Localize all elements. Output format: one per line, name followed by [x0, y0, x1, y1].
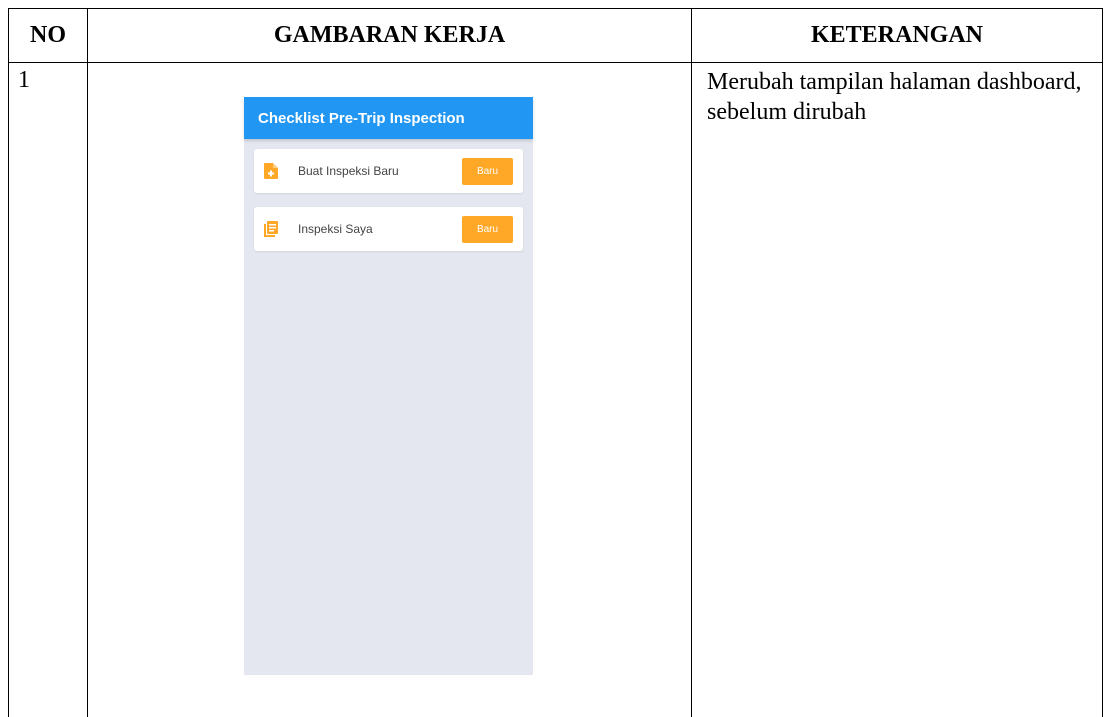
list-document-icon — [264, 221, 278, 237]
table-row: 1 Merubah tampilan halaman dashboard, se… — [9, 63, 1103, 717]
row-number: 1 — [9, 63, 88, 717]
app-title: Checklist Pre-Trip Inspection — [258, 110, 465, 127]
menu-card-buat-inspeksi[interactable]: Buat Inspeksi Baru Baru — [254, 149, 523, 193]
table-header-row: NO GAMBARAN KERJA KETERANGAN — [9, 9, 1103, 63]
app-bar: Checklist Pre-Trip Inspection — [244, 97, 533, 139]
header-gambaran-kerja: GAMBARAN KERJA — [88, 9, 692, 63]
row-description: Merubah tampilan halaman dashboard, sebe… — [692, 63, 1103, 717]
menu-label: Buat Inspeksi Baru — [298, 164, 462, 178]
baru-button[interactable]: Baru — [462, 216, 513, 243]
baru-button[interactable]: Baru — [462, 158, 513, 185]
menu-label: Inspeksi Saya — [298, 222, 462, 236]
header-keterangan: KETERANGAN — [692, 9, 1103, 63]
app-screenshot: Checklist Pre-Trip Inspection Buat Inspe… — [244, 97, 533, 675]
work-table: NO GAMBARAN KERJA KETERANGAN 1 Merubah t… — [8, 8, 1103, 717]
menu-card-inspeksi-saya[interactable]: Inspeksi Saya Baru — [254, 207, 523, 251]
new-document-icon — [264, 163, 278, 179]
header-no: NO — [9, 9, 88, 63]
